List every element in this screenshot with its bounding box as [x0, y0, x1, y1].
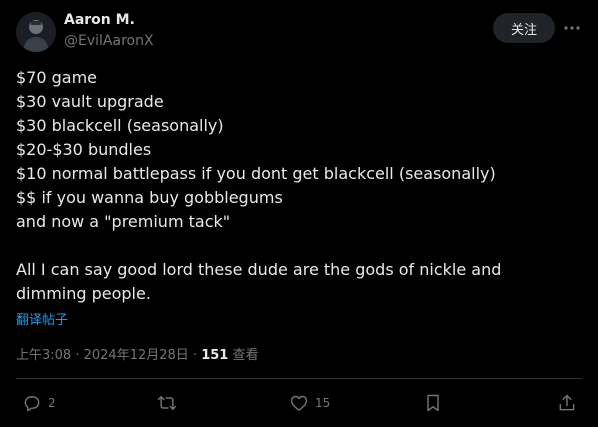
tweet-line: and now a "premium tack"	[16, 212, 231, 231]
more-icon	[564, 26, 580, 30]
views-count: 151	[201, 348, 229, 363]
bookmark-button[interactable]	[424, 393, 448, 413]
heart-icon	[290, 395, 308, 411]
meta-separator: ·	[71, 348, 84, 363]
tweet-closing: All I can say good lord these dude are t…	[16, 260, 502, 303]
tweet-line: $70 game	[16, 68, 98, 87]
reply-icon	[24, 396, 40, 412]
share-button[interactable]	[557, 393, 577, 413]
divider	[16, 378, 582, 379]
tweet-line: $30 blackcell (seasonally)	[16, 116, 224, 135]
retweet-icon	[157, 396, 177, 410]
views-label: 查看	[228, 348, 259, 363]
tweet-date[interactable]: 2024年12月28日	[84, 348, 189, 363]
bookmark-icon	[427, 394, 439, 412]
retweet-button[interactable]	[156, 393, 184, 413]
reply-count: 2	[48, 396, 56, 410]
tweet-meta: 上午3:08 · 2024年12月28日 · 151 查看	[16, 344, 258, 363]
like-button[interactable]: 15	[289, 393, 330, 413]
meta-separator: ·	[188, 348, 202, 363]
share-icon	[559, 394, 575, 411]
author-handle[interactable]: @EvilAaronX	[64, 33, 154, 49]
tweet-text: $70 game $30 vault upgrade $30 blackcell…	[16, 66, 576, 306]
avatar[interactable]	[16, 12, 56, 52]
author-display-name[interactable]: Aaron M.	[64, 12, 135, 28]
tweet-time[interactable]: 上午3:08	[16, 348, 71, 363]
more-button[interactable]	[558, 16, 586, 40]
tweet-line: $10 normal battlepass if you dont get bl…	[16, 164, 496, 183]
tweet-line: $30 vault upgrade	[16, 92, 164, 111]
tweet-line: $20-$30 bundles	[16, 140, 152, 159]
reply-button[interactable]: 2	[22, 393, 56, 413]
follow-button[interactable]: 关注	[493, 13, 555, 43]
translate-post-link[interactable]: 翻译帖子	[16, 309, 68, 328]
like-count: 15	[315, 396, 331, 410]
avatar-icon	[16, 12, 56, 52]
tweet-line: $$ if you wanna buy gobblegums	[16, 188, 283, 207]
